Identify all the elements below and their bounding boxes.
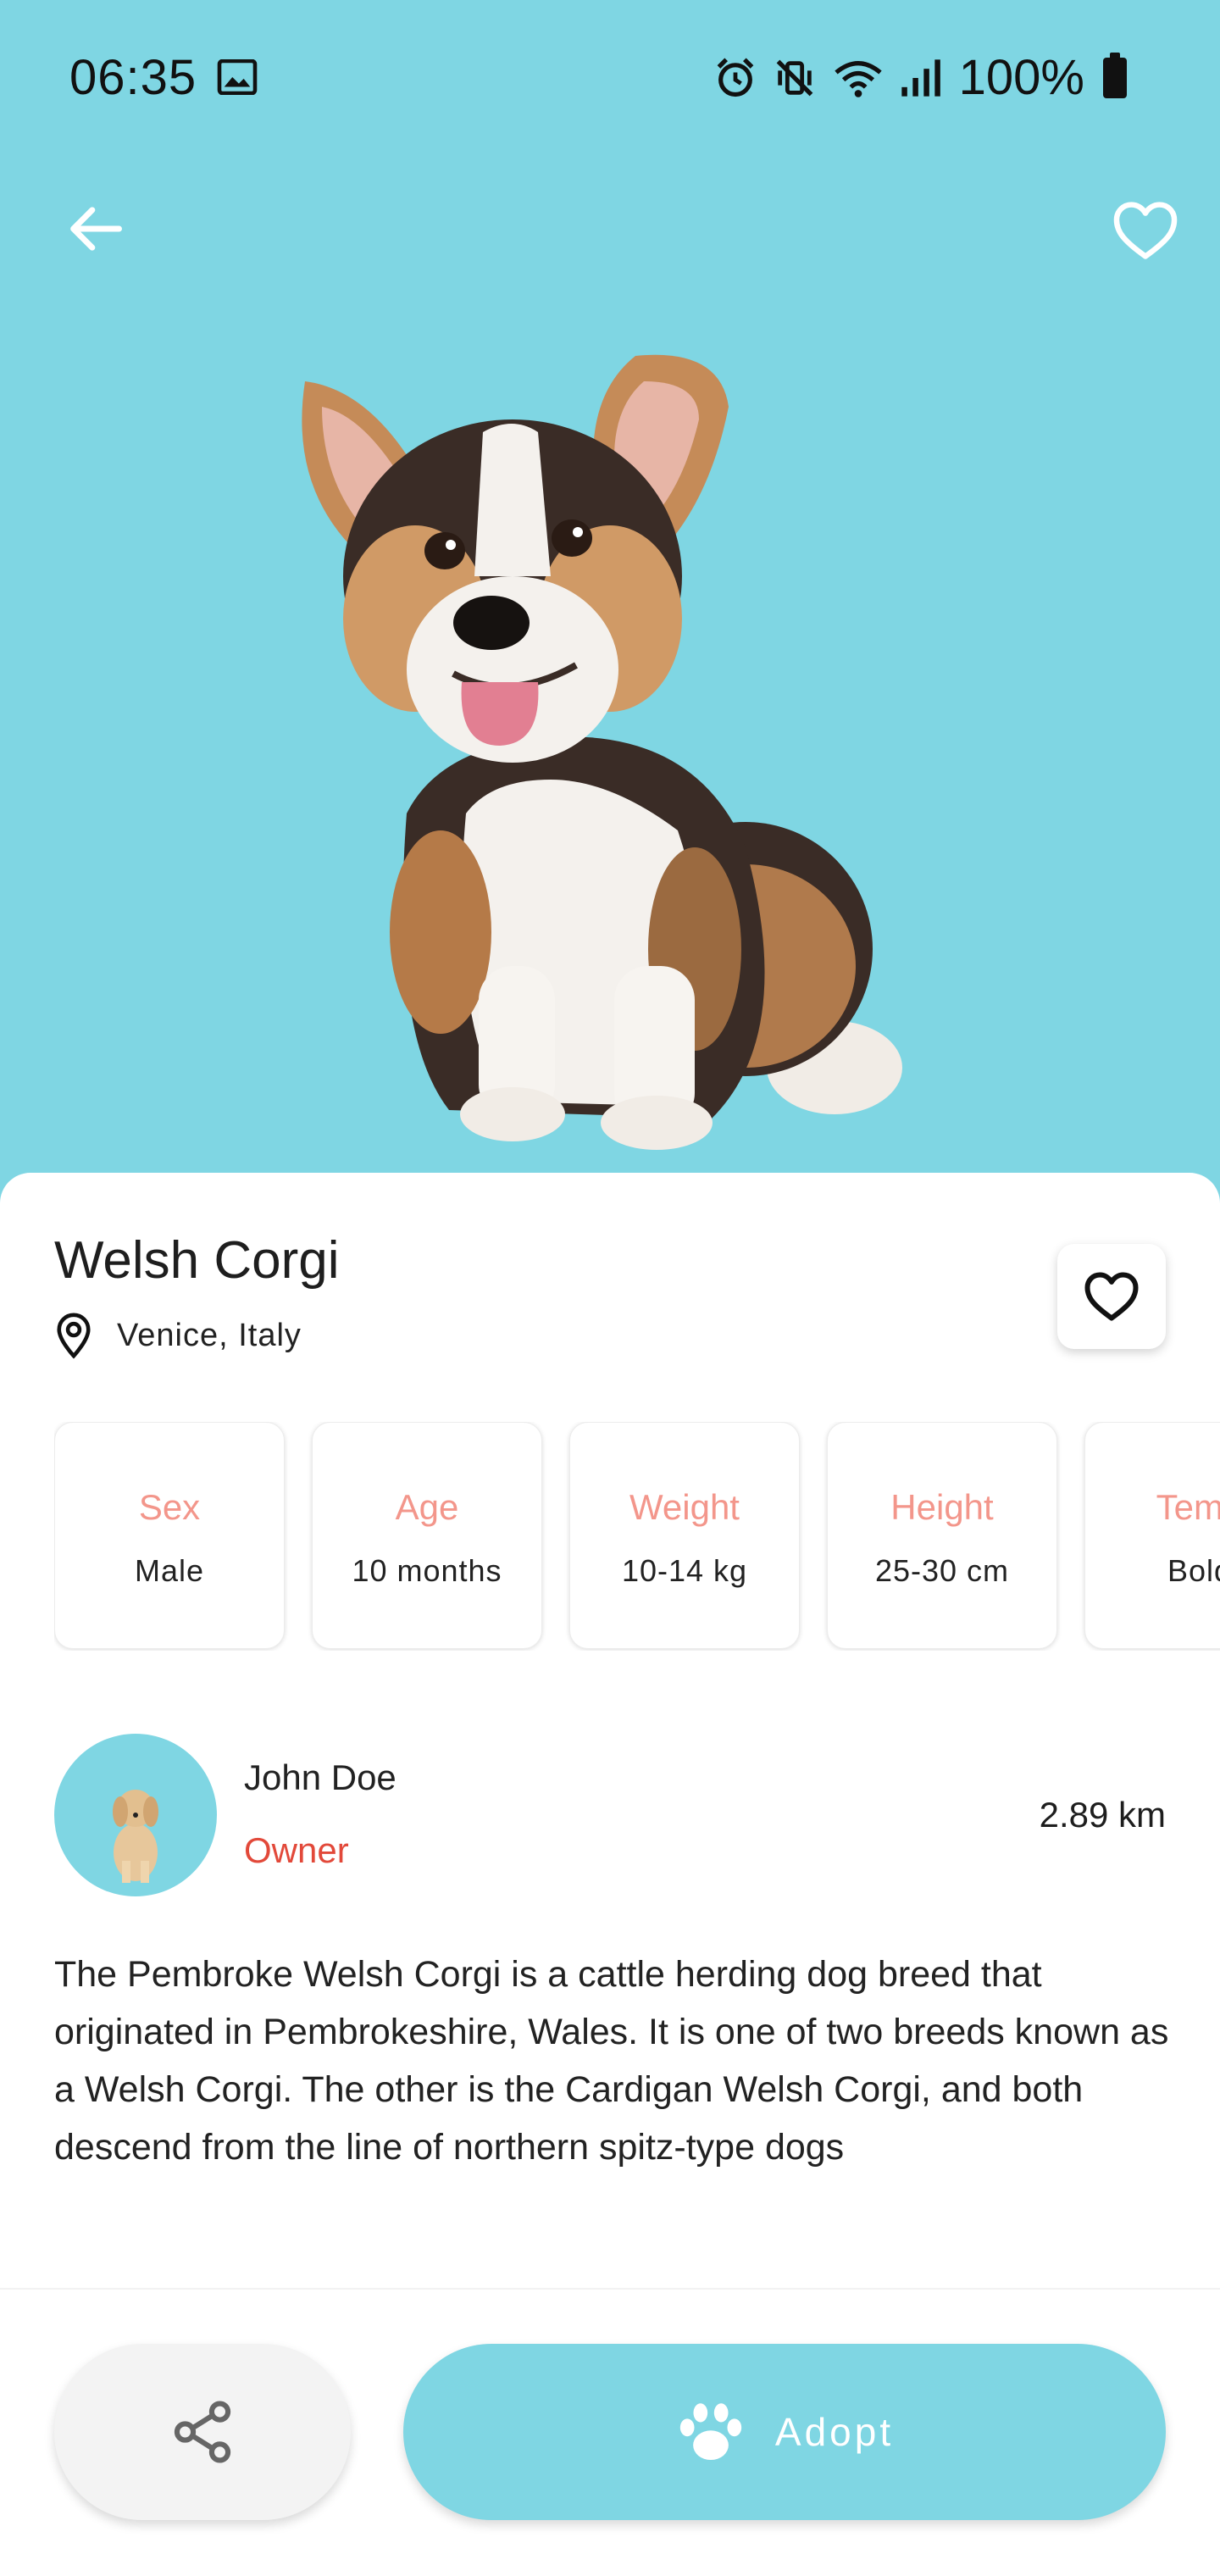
image-icon — [217, 59, 258, 95]
pet-name: Welsh Corgi — [54, 1231, 340, 1290]
stat-card-age: Age 10 months — [312, 1422, 542, 1649]
stat-label: Temp — [1156, 1487, 1220, 1527]
stat-label: Height — [890, 1487, 994, 1527]
stat-value: 10-14 kg — [621, 1553, 748, 1588]
favorite-top-button[interactable] — [1103, 188, 1188, 273]
stat-label: Age — [395, 1487, 459, 1527]
back-button[interactable] — [54, 188, 136, 269]
owner-avatar[interactable] — [54, 1734, 217, 1896]
distance-text: 2.89 km — [1039, 1795, 1166, 1835]
location-text: Venice, Italy — [117, 1317, 302, 1353]
battery-icon — [1103, 52, 1127, 98]
stat-label: Sex — [138, 1487, 201, 1527]
share-button[interactable] — [54, 2344, 351, 2520]
stat-value: 25-30 cm — [874, 1553, 1010, 1588]
stat-card-sex: Sex Male — [54, 1422, 285, 1649]
wifi-icon — [834, 60, 882, 97]
stat-value: 10 months — [352, 1553, 502, 1588]
dog-photo — [302, 354, 902, 1150]
dog-avatar-image — [113, 1790, 158, 1883]
battery-percent: 100% — [958, 50, 1084, 105]
stat-value: Male — [134, 1553, 205, 1588]
location-pin-icon — [57, 1313, 91, 1359]
status-icons: 100% — [713, 49, 1127, 106]
vibrate-off-icon — [776, 59, 812, 96]
stat-card-weight: Weight 10-14 kg — [569, 1422, 800, 1649]
favorite-button[interactable] — [1057, 1244, 1166, 1349]
heart-outline-icon — [1084, 1272, 1139, 1321]
divider — [0, 2288, 1220, 2290]
owner-name: John Doe — [244, 1757, 396, 1797]
heart-outline-icon — [1113, 202, 1178, 259]
share-icon — [174, 2401, 231, 2463]
stats-row[interactable]: Sex Male Age 10 months Weight 10-14 kg H… — [54, 1422, 1220, 1651]
stat-card-temperament: Temp Bold — [1084, 1422, 1220, 1649]
stat-card-height: Height 25-30 cm — [827, 1422, 1057, 1649]
paw-icon — [679, 2403, 742, 2461]
owner-role: Owner — [244, 1830, 349, 1870]
location-row: Venice, Italy — [54, 1312, 302, 1359]
stat-label: Weight — [629, 1487, 740, 1527]
adopt-label: Adopt — [774, 2410, 895, 2454]
pet-description: The Pembroke Welsh Corgi is a cattle her… — [54, 1954, 1169, 2168]
stat-value: Bold — [1167, 1553, 1220, 1588]
status-bar: 06:35 100% — [0, 0, 1220, 161]
signal-icon — [901, 58, 940, 97]
adopt-button[interactable]: Adopt — [403, 2344, 1166, 2520]
arrow-back-icon — [70, 207, 122, 251]
alarm-icon — [717, 57, 753, 97]
status-time: 06:35 — [69, 50, 197, 105]
